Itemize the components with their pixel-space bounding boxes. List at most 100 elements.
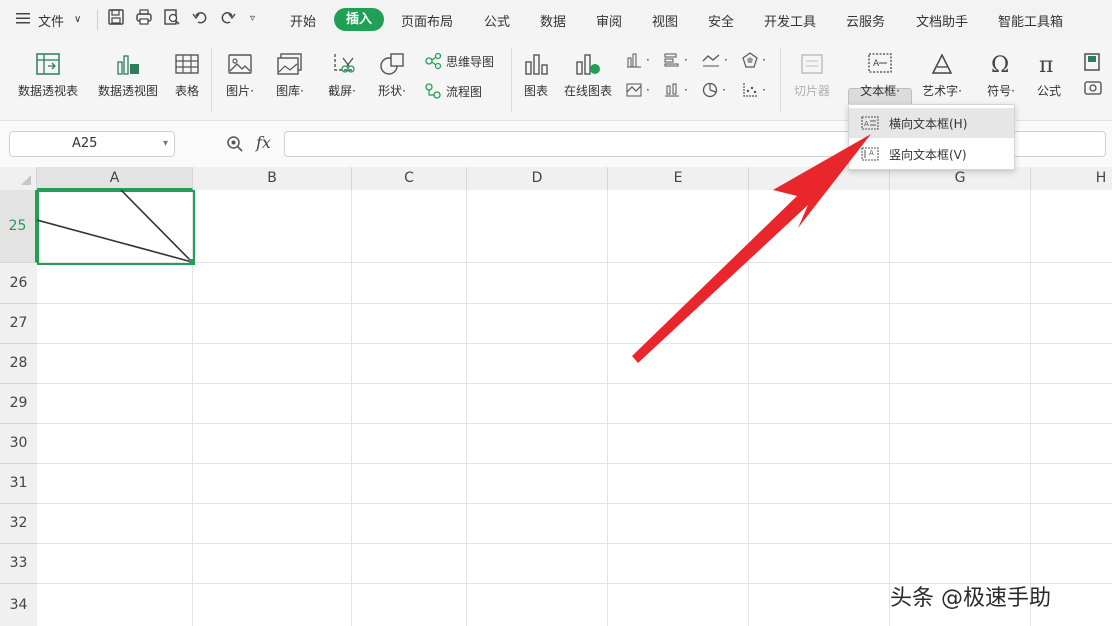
row-header-31[interactable]: 31 [0,464,37,504]
column-header-c[interactable]: C [352,167,467,190]
column-header-d[interactable]: D [467,167,608,190]
name-box-dropdown-icon[interactable]: ▾ [163,132,168,156]
fill-handle[interactable] [189,259,194,264]
column-header-b[interactable]: B [193,167,352,190]
column-header-f[interactable]: F [749,167,890,190]
pivot-table-button[interactable]: 数据透视表 [12,52,84,99]
shape-dropdown-icon[interactable]: · [402,84,406,98]
picture-label: 图片 [226,84,251,98]
tab-formulas[interactable]: 公式 [484,11,510,30]
tab-smart-toolbox[interactable]: 智能工具箱 [998,11,1063,30]
symbol-button[interactable]: Ω 符号· [978,52,1024,99]
vertical-textbox-item[interactable]: A 竖向文本框(V) [849,139,1014,169]
bar-chart-dropdown[interactable]: · [664,52,688,68]
screenshot-dropdown-icon[interactable]: · [352,84,356,98]
shape-label: 形状 [378,84,403,98]
pivot-chart-icon [117,55,139,75]
online-chart-button[interactable]: 在线图表 [560,52,616,99]
bar-chart-icon [525,54,548,75]
row-gridline [37,423,1112,424]
slicer-button[interactable]: 切片器 [788,52,836,99]
pie-chart-dropdown[interactable]: · [702,82,726,98]
tab-developer[interactable]: 开发工具 [764,11,816,30]
file-menu-chevron-icon[interactable]: ∨ [74,14,81,25]
redo-icon[interactable] [220,9,238,27]
pivot-chart-button[interactable]: 数据透视图 [92,52,164,99]
tab-view[interactable]: 视图 [652,11,678,30]
save-icon[interactable] [108,9,126,27]
more-insert-button[interactable] [1080,52,1106,96]
zoom-search-icon[interactable] [226,135,244,157]
gallery-label: 图库 [276,84,301,98]
online-chart-icon [576,54,600,75]
textbox-button-content[interactable]: A 文本框· [850,52,910,99]
row-header-25[interactable]: 25 [0,190,37,263]
column-chart-dropdown[interactable]: · [626,52,650,68]
svg-text:A: A [864,120,869,128]
row-header-27[interactable]: 27 [0,304,37,344]
divider [211,48,212,112]
textbox-label: 文本框 [860,84,897,98]
row-gridline [37,303,1112,304]
gallery-button[interactable]: 图库· [270,52,310,99]
row-gridline [37,383,1112,384]
tab-security[interactable]: 安全 [708,11,734,30]
column-header-g[interactable]: G [890,167,1031,190]
tab-page-layout[interactable]: 页面布局 [401,11,453,30]
tab-insert[interactable]: 插入 [334,8,384,31]
watermark: 头条 @极速手助 [890,586,1051,611]
slicer-label: 切片器 [793,84,830,98]
column-header-e[interactable]: E [608,167,749,190]
undo-icon[interactable] [192,9,210,27]
stock-chart-dropdown[interactable]: · [664,82,688,98]
tab-review[interactable]: 审阅 [596,11,622,30]
file-menu[interactable]: 文件 [38,11,64,30]
picture-dropdown-icon[interactable]: · [250,84,254,98]
row-header-34[interactable]: 34 [0,584,37,626]
wordart-button[interactable]: 艺术字· [916,52,968,99]
radar-chart-dropdown[interactable]: · [742,52,766,68]
shape-button[interactable]: 形状· [372,52,412,99]
scatter-chart-dropdown[interactable]: · [742,82,766,98]
row-header-28[interactable]: 28 [0,344,37,384]
area-chart-dropdown[interactable]: · [626,82,650,98]
cell-grid[interactable] [37,190,1112,626]
svg-text:π: π [1039,53,1053,76]
wordart-dropdown-icon[interactable]: · [958,84,962,98]
print-preview-icon[interactable] [164,9,182,27]
tab-home[interactable]: 开始 [290,11,316,30]
picture-button[interactable]: 图片· [220,52,260,99]
svg-text:A: A [869,149,874,157]
chart-label: 图表 [523,84,548,98]
tab-cloud-service[interactable]: 云服务 [846,11,885,30]
horizontal-bar-icon [664,53,679,67]
gallery-dropdown-icon[interactable]: · [300,84,304,98]
tab-document-assistant[interactable]: 文档助手 [916,11,968,30]
formula-button[interactable]: π 公式 [1030,52,1068,99]
horizontal-textbox-item[interactable]: A 横向文本框(H) [849,108,1014,138]
name-box[interactable]: A25 ▾ [9,131,175,157]
row-header-30[interactable]: 30 [0,424,37,464]
chart-button[interactable]: 图表 [518,52,554,99]
table-button[interactable]: 表格 [170,52,204,99]
row-header-26[interactable]: 26 [0,263,37,304]
stock-chart-icon [665,83,679,97]
screenshot-button[interactable]: 截屏· [322,52,362,99]
area-chart-icon [626,83,642,97]
row-header-33[interactable]: 33 [0,544,37,584]
column-header-a[interactable]: A [37,167,193,190]
quick-access-dropdown-icon[interactable]: ▿ [250,13,268,31]
column-header-h[interactable]: H [1031,167,1112,190]
tab-data[interactable]: 数据 [540,11,566,30]
hamburger-menu-icon[interactable] [16,12,34,30]
row-header-29[interactable]: 29 [0,384,37,424]
select-all-corner[interactable] [0,167,37,190]
textbox-dropdown-icon[interactable]: · [896,84,900,98]
flowchart-button[interactable]: 流程图 [424,82,482,100]
fx-icon[interactable]: fx [256,133,271,152]
print-icon[interactable] [136,9,154,27]
line-chart-dropdown[interactable]: · [702,52,728,68]
row-header-32[interactable]: 32 [0,504,37,544]
mindmap-button[interactable]: 思维导图 [424,52,494,70]
symbol-dropdown-icon[interactable]: · [1011,84,1015,98]
